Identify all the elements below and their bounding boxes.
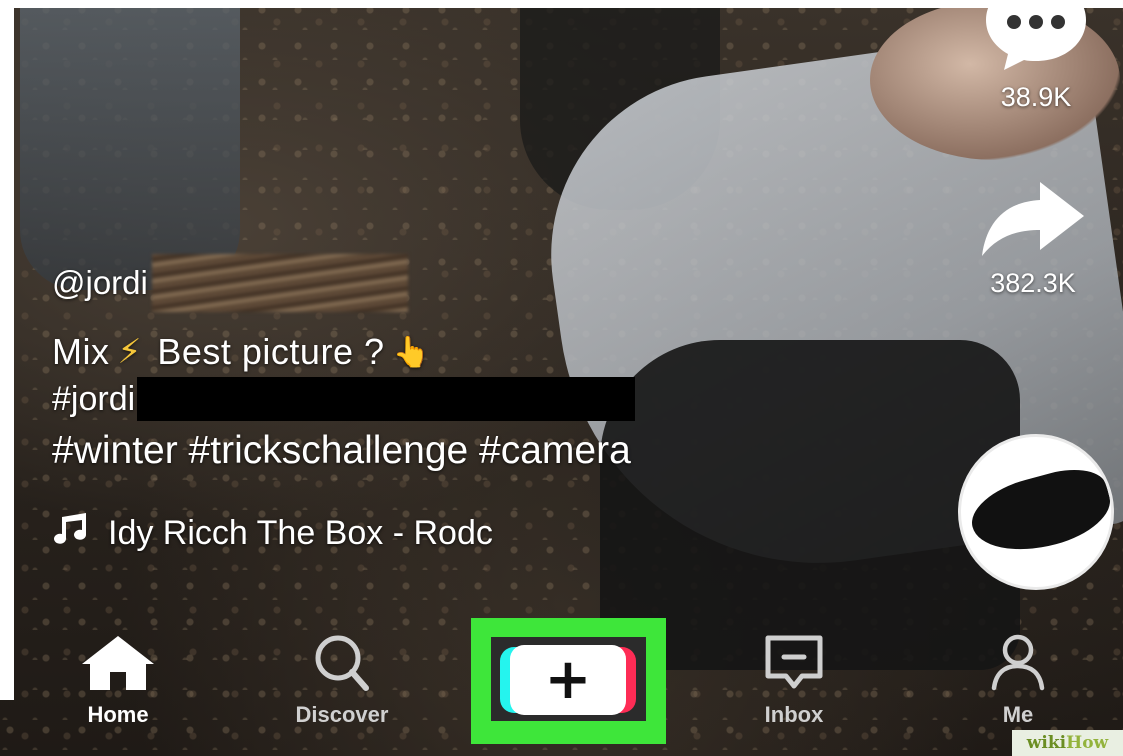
search-icon [302, 632, 382, 696]
music-note-icon [52, 513, 90, 554]
video-caption: @jordi Mix ⚡ Best picture ? 👆 #jordi #wi… [52, 254, 636, 554]
nav-inbox[interactable]: Inbox [724, 632, 864, 728]
description-prefix: Mix [52, 331, 110, 372]
description-row: Mix ⚡ Best picture ? 👆 [52, 329, 635, 375]
music-title: Idy Ricch The Box - Rodc [108, 514, 493, 552]
nav-discover-label: Discover [295, 702, 389, 727]
hashtag-row-1: #jordi [52, 375, 636, 423]
inbox-icon [754, 632, 834, 696]
home-icon [78, 632, 158, 696]
pointing-hand-emoji: 👆 [392, 334, 430, 370]
create-video-button[interactable]: + [500, 645, 636, 717]
music-disc[interactable] [958, 434, 1114, 590]
background-video-figure [20, 0, 240, 290]
nav-discover[interactable]: Discover [272, 632, 412, 728]
redacted-username-blur [151, 254, 408, 312]
watermark-part-2: How [1066, 733, 1109, 753]
comment-button[interactable]: 38.9K [978, 0, 1094, 113]
description-text: Best picture ? [157, 331, 385, 372]
nav-me-label: Me [1002, 702, 1034, 727]
share-button[interactable]: 382.3K [968, 178, 1098, 299]
frame-border [0, 0, 1123, 8]
redacted-black-bar [137, 377, 636, 421]
share-icon [978, 178, 1088, 262]
comment-count: 38.9K [1000, 82, 1072, 112]
profile-icon [978, 632, 1058, 696]
disc-artwork [964, 460, 1111, 564]
video-feed-screen: 38.9K 382.3K @jordi Mix ⚡ Best picture ?… [0, 0, 1123, 756]
watermark-part-1: wiki [1026, 733, 1067, 753]
nav-me[interactable]: Me [948, 632, 1088, 728]
plus-icon: + [544, 647, 592, 712]
hashtag-row-2[interactable]: #winter #trickschallenge #camera [52, 429, 635, 473]
username-row: @jordi [52, 254, 635, 312]
frame-border [0, 0, 14, 700]
hashtag-jordi[interactable]: #jordi [52, 380, 135, 419]
share-count: 382.3K [990, 268, 1076, 298]
nav-home[interactable]: Home [48, 632, 188, 728]
comment-icon [980, 0, 1092, 76]
music-row[interactable]: Idy Ricch The Box - Rodc [52, 513, 635, 554]
lightning-emoji: ⚡ [117, 332, 142, 372]
wikihow-watermark: wiki How [1012, 730, 1123, 756]
nav-inbox-label: Inbox [764, 702, 824, 727]
username-link[interactable]: @jordi [52, 264, 148, 302]
create-button-face: + [510, 645, 626, 715]
nav-home-label: Home [87, 702, 149, 727]
